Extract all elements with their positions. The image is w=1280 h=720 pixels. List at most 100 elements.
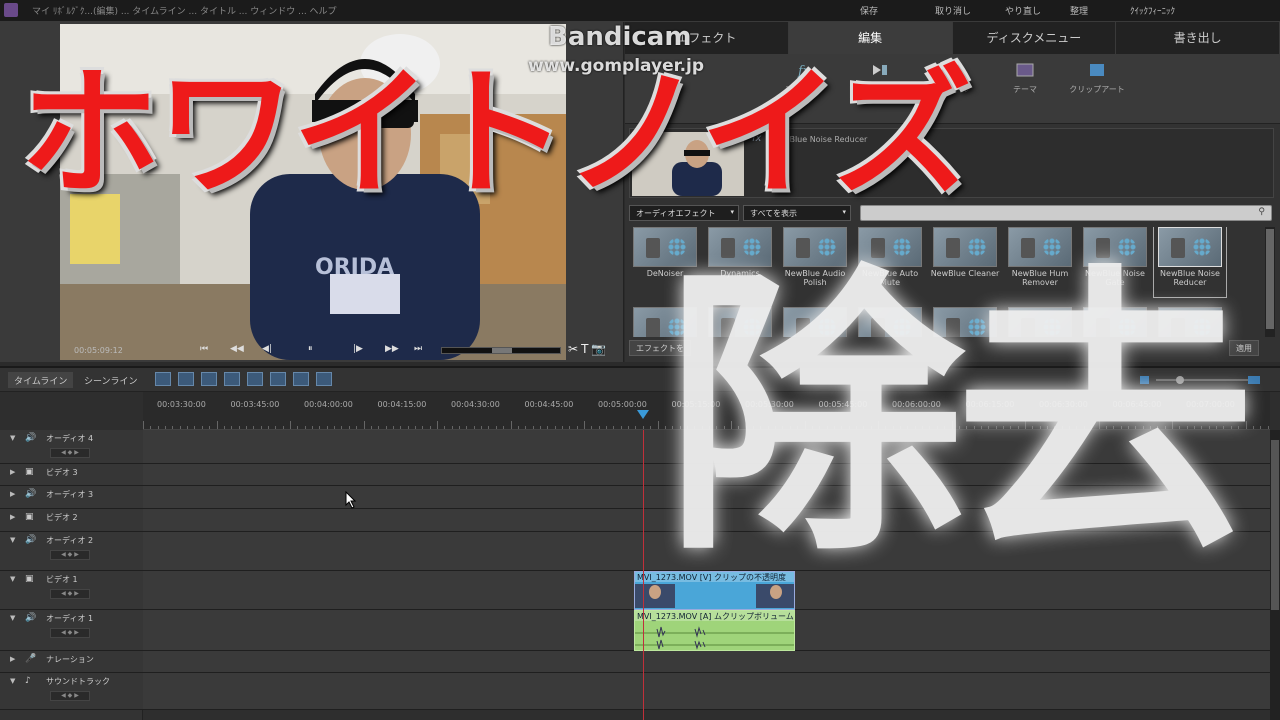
track-header[interactable]: ▶ ▣ ビデオ 3	[0, 464, 143, 485]
expand-arrow-icon[interactable]: ▶	[10, 468, 15, 476]
undo-button[interactable]: 取り消し	[935, 4, 971, 17]
volume-icon[interactable]	[293, 372, 309, 386]
organize-button[interactable]: 整理	[1070, 4, 1088, 17]
goto-end-button[interactable]: ⏭	[414, 344, 422, 354]
tab-timeline[interactable]: タイムライン	[8, 372, 74, 388]
smart-fix-icon[interactable]	[224, 372, 240, 386]
track-header[interactable]: ▼ ▣ ビデオ 1 ◀ ◆ ▶	[0, 571, 143, 609]
rewind-button[interactable]: ◀◀	[230, 344, 244, 354]
ruler-tick	[606, 426, 608, 429]
audio-track-icon: 🔊	[25, 489, 37, 499]
expand-arrow-icon[interactable]: ▶	[10, 513, 15, 521]
motion-tracking-icon[interactable]	[247, 372, 263, 386]
zoom-in-icon[interactable]	[1248, 376, 1260, 384]
tab-export[interactable]: 書き出し	[1116, 22, 1280, 54]
audio-track-icon: 🔊	[25, 433, 37, 443]
ruler-tick	[628, 426, 630, 429]
tab-edit[interactable]: 編集	[788, 22, 953, 54]
ruler-tick	[591, 426, 593, 429]
ruler-tick	[554, 426, 556, 429]
audio-mixer-icon[interactable]	[270, 372, 286, 386]
keyframe-controls[interactable]: ◀ ◆ ▶	[50, 628, 90, 638]
expand-arrow-icon[interactable]: ▼	[10, 614, 15, 622]
expand-arrow-icon[interactable]: ▼	[10, 434, 15, 442]
ruler-tick	[326, 426, 328, 429]
track-header[interactable]: ▶ 🎤 ナレーション	[0, 651, 143, 672]
ruler-tick	[363, 421, 365, 429]
track-name: オーディオ 2	[46, 536, 94, 545]
themes-tool[interactable]: テーマ	[995, 62, 1055, 95]
overlay-caption-red: ホワイトノイズ	[20, 53, 972, 216]
step-back-button[interactable]: ◀|	[262, 344, 272, 354]
shuttle-slider[interactable]	[441, 347, 561, 354]
scrollbar-thumb[interactable]	[1271, 440, 1279, 610]
ruler-tick	[517, 426, 519, 429]
effects-scrollbar[interactable]	[1265, 227, 1275, 337]
track-header[interactable]: ▼ 🔊 オーディオ 1 ◀ ◆ ▶	[0, 610, 143, 650]
clipart-icon	[1088, 62, 1106, 78]
time-stretch-icon[interactable]	[178, 372, 194, 386]
overlay-caption-white: 除去	[665, 238, 1255, 591]
shuttle-knob[interactable]	[492, 348, 512, 353]
ruler-tick	[312, 426, 314, 429]
track-lane[interactable]	[143, 673, 1270, 709]
tab-sceneline[interactable]: シーンライン	[78, 372, 144, 388]
ruler-tick	[569, 426, 571, 429]
audio-clip[interactable]: MVI_1273.MOV [A] ムクリップボリューム	[634, 610, 795, 651]
ruler-tick	[1260, 426, 1262, 429]
clipart-tool[interactable]: クリップアート	[1067, 62, 1127, 95]
split-clip-icon[interactable]: ✂	[568, 342, 581, 356]
ruler-tick	[150, 426, 152, 429]
expand-arrow-icon[interactable]: ▶	[10, 655, 15, 663]
save-button[interactable]: 保存	[860, 4, 878, 17]
keyframe-controls[interactable]: ◀ ◆ ▶	[50, 448, 90, 458]
ruler-tick	[1245, 421, 1247, 429]
ruler-tick	[143, 421, 144, 429]
ruler-tick	[348, 426, 350, 429]
timeline-scrollbar[interactable]	[1270, 430, 1280, 720]
ruler-tick	[481, 426, 483, 429]
scrollbar-thumb[interactable]	[1266, 229, 1274, 329]
keyframe-controls[interactable]: ◀ ◆ ▶	[50, 589, 90, 599]
ruler-tick-label: 00:04:00:00	[304, 400, 353, 409]
playhead-handle[interactable]	[637, 410, 649, 419]
tab-disc-menu[interactable]: ディスクメニュー	[952, 22, 1117, 54]
expand-arrow-icon[interactable]: ▼	[10, 677, 15, 685]
goto-start-button[interactable]: ⏮	[200, 344, 208, 354]
ruler-tick	[334, 426, 336, 429]
expand-arrow-icon[interactable]: ▼	[10, 575, 15, 583]
ruler-tick	[282, 426, 284, 429]
mouse-cursor-icon	[345, 491, 357, 509]
video-track-icon: ▣	[25, 574, 34, 584]
snapshot-icon[interactable]: 📷	[591, 342, 609, 356]
ruler-tick	[290, 421, 291, 429]
pause-button[interactable]: ⏸	[308, 344, 313, 354]
ruler-tick-label: 00:03:45:00	[230, 400, 280, 409]
redo-button[interactable]: やり直し	[1005, 4, 1041, 17]
track-header[interactable]: ▼ 🔊 オーディオ 2 ◀ ◆ ▶	[0, 532, 143, 570]
ruler-tick	[576, 426, 578, 429]
track-header[interactable]: ▼ ♪ サウンドトラック ◀ ◆ ▶	[0, 673, 143, 709]
expand-arrow-icon[interactable]: ▶	[10, 490, 15, 498]
marker-icon[interactable]	[316, 372, 332, 386]
step-forward-button[interactable]: |▶	[353, 344, 363, 354]
ruler-tick	[216, 421, 218, 429]
select-tool-icon[interactable]	[155, 372, 171, 386]
expand-arrow-icon[interactable]: ▼	[10, 536, 15, 544]
ruler-tick	[451, 426, 453, 429]
smart-trim-icon[interactable]	[201, 372, 217, 386]
track-header[interactable]: ▶ 🔊 オーディオ 3	[0, 486, 143, 508]
text-icon[interactable]: T	[581, 342, 591, 356]
ruler-tick	[304, 426, 306, 429]
ruler-tick	[187, 426, 189, 429]
quickfinish-button[interactable]: ｸｲｯｸﾌｨｰﾆｯｸ	[1130, 4, 1175, 17]
ruler-tick	[429, 426, 431, 429]
track-header[interactable]: ▶ ▣ ビデオ 2	[0, 509, 143, 531]
keyframe-controls[interactable]: ◀ ◆ ▶	[50, 691, 90, 701]
keyframe-controls[interactable]: ◀ ◆ ▶	[50, 550, 90, 560]
track-header[interactable]: ▼ 🔊 オーディオ 4 ◀ ◆ ▶	[0, 430, 143, 463]
ruler-tick	[319, 426, 321, 429]
track-lane[interactable]	[143, 651, 1270, 672]
audio-track-icon: 🔊	[25, 535, 37, 545]
fast-forward-button[interactable]: ▶▶	[385, 344, 399, 354]
